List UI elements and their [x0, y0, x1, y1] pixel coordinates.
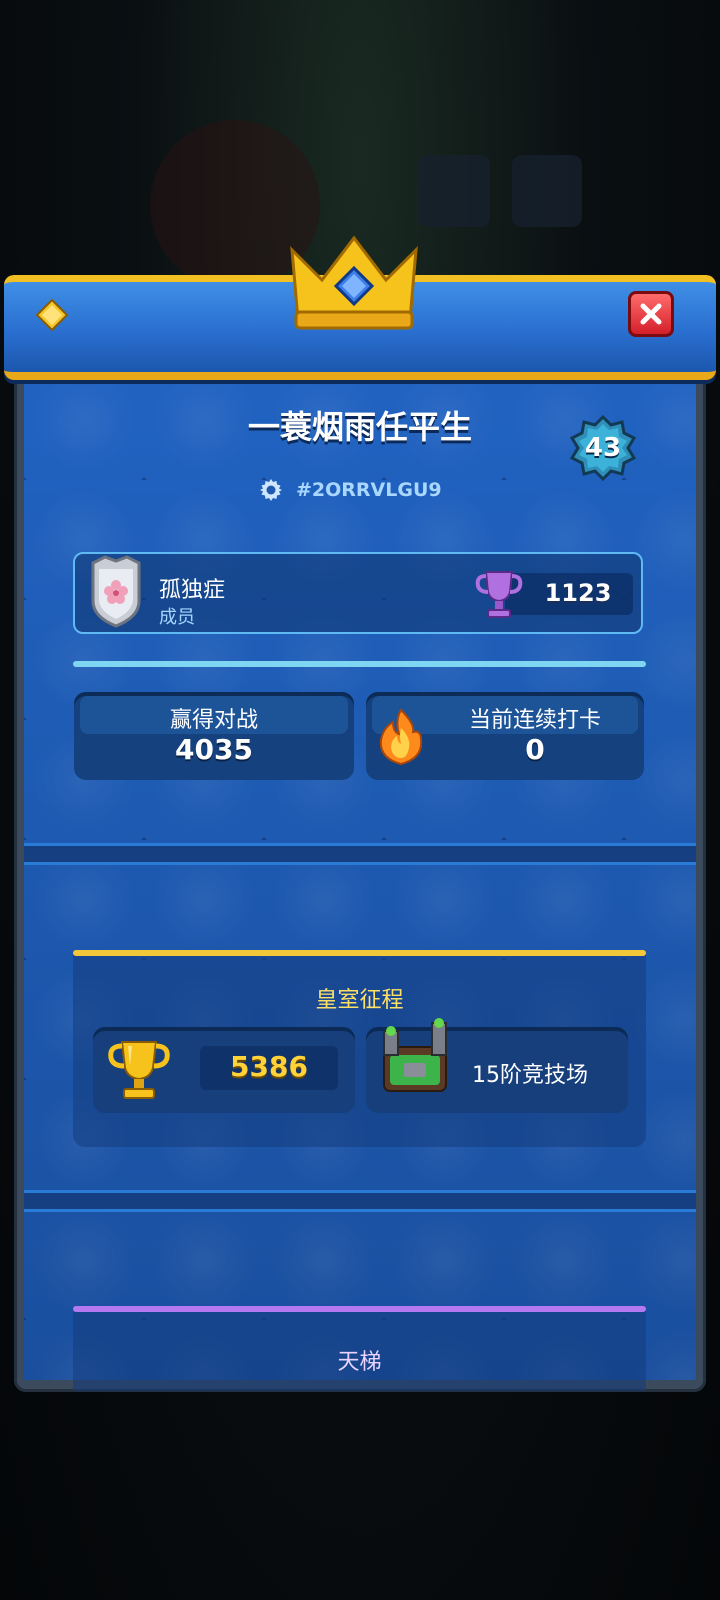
background-card	[418, 155, 490, 227]
arena-icon	[383, 1018, 447, 1092]
section-accent-bar	[73, 661, 646, 667]
section-divider	[24, 843, 696, 865]
flame-icon	[379, 708, 423, 766]
streak-label: 当前连续打卡	[468, 708, 601, 733]
close-icon	[640, 303, 662, 325]
profile-panel	[24, 360, 696, 1380]
ladder-title: 天梯	[337, 1350, 382, 1375]
clan-name: 孤独症	[159, 578, 226, 603]
profile-modal	[14, 360, 706, 1392]
wins-value: 4035	[175, 733, 253, 766]
diamond-icon	[35, 298, 69, 332]
player-tag: #2ORRVLGU9	[296, 479, 442, 501]
path-trophy-count: 5386	[230, 1050, 308, 1083]
crown-icon	[290, 235, 418, 330]
level-badge: 43	[569, 414, 637, 482]
arena-label: 15阶竞技场	[472, 1063, 588, 1088]
background-hud	[0, 60, 720, 120]
wins-label: 赢得对战	[169, 708, 258, 733]
close-button[interactable]	[628, 291, 674, 337]
path-accent-bar	[73, 950, 646, 956]
clan-badge-icon	[91, 555, 141, 628]
background-card	[512, 155, 582, 227]
section-divider	[24, 1190, 696, 1212]
clan-trophy-count: 1123	[544, 579, 612, 607]
player-tag-row[interactable]: #2ORRVLGU9	[258, 475, 442, 505]
trophy-icon	[475, 571, 523, 618]
path-title: 皇室征程	[315, 988, 404, 1013]
clan-role: 成员	[159, 607, 195, 628]
ladder-accent-bar	[73, 1306, 646, 1312]
gear-icon[interactable]	[258, 477, 284, 503]
streak-value: 0	[525, 733, 545, 766]
player-name: 一蓑烟雨任平生	[247, 408, 472, 446]
trophy-icon	[108, 1041, 170, 1099]
level-value: 43	[584, 433, 622, 463]
